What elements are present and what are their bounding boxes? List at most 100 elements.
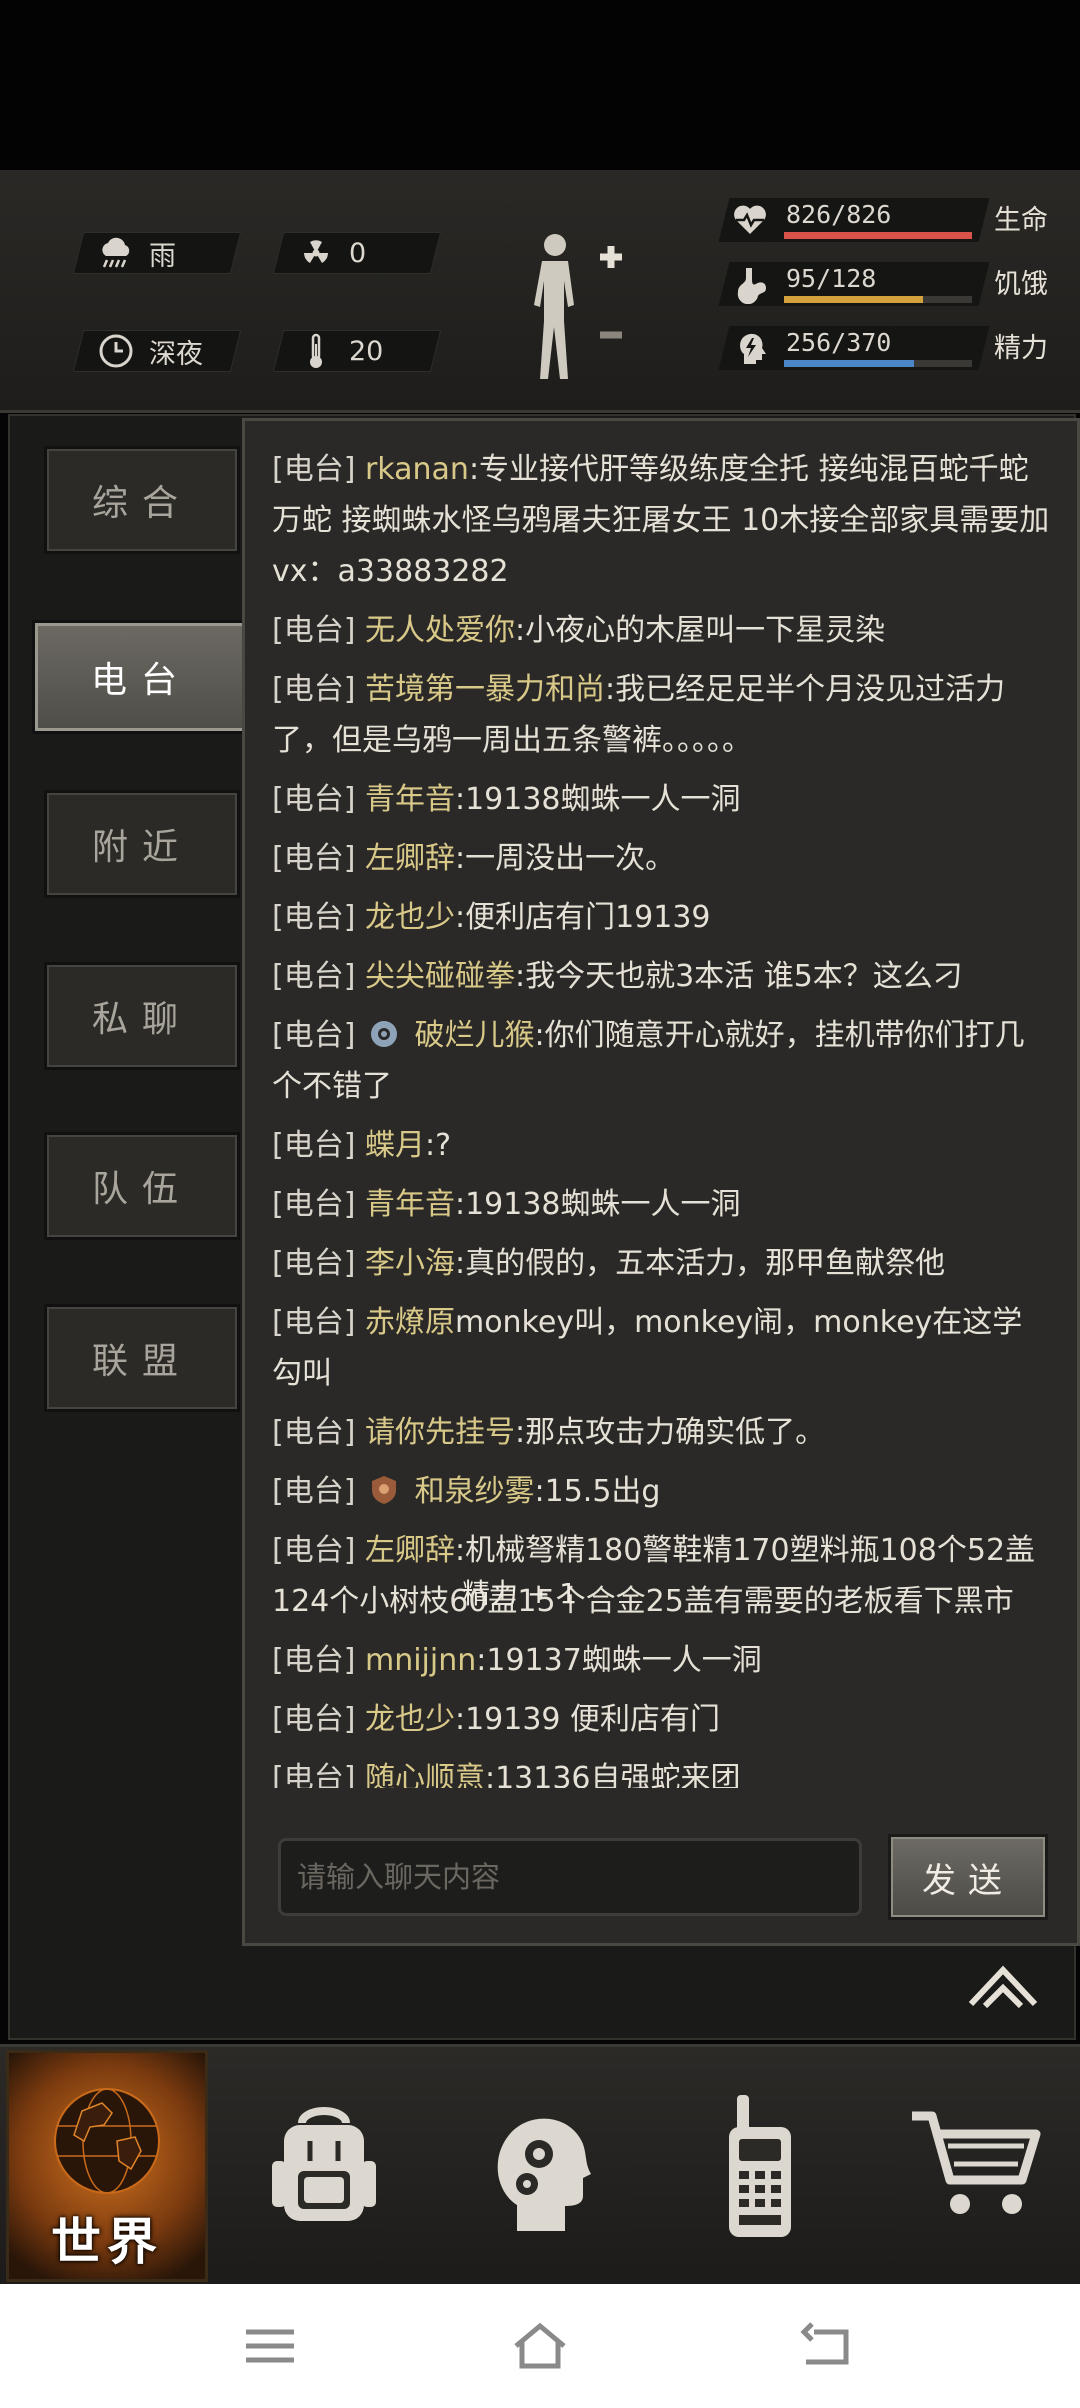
- channel-tag: [电台]: [272, 1643, 356, 1678]
- hunger-label: 饥饿: [994, 269, 1048, 300]
- message-username[interactable]: 和泉纱雾: [415, 1474, 535, 1509]
- head-gears-icon: [497, 2118, 591, 2231]
- menu-icon: [246, 2329, 294, 2363]
- system-back-button[interactable]: [796, 2318, 856, 2374]
- channel-tag: [电台]: [272, 452, 356, 487]
- rain-cloud-icon: [97, 234, 135, 272]
- chat-message: [电台] 无人处爱你:小夜心的木屋叫一下星灵染: [272, 605, 1052, 656]
- hunger-bar: [784, 296, 972, 303]
- message-username[interactable]: 尖尖碰碰拳: [365, 959, 515, 994]
- chat-message-list[interactable]: [电台] rkanan:专业接代肝等级练度全托 接纯混百蛇千蛇万蛇 接蜘蛛水怪乌…: [272, 444, 1052, 1788]
- message-username[interactable]: 蝶月: [365, 1128, 425, 1163]
- system-menu-button[interactable]: [240, 2318, 300, 2374]
- health-value: 826/826: [786, 200, 892, 229]
- time-indicator: 深夜: [72, 330, 242, 372]
- message-username[interactable]: 请你先挂号: [365, 1415, 515, 1450]
- chat-input-box[interactable]: [278, 1838, 862, 1916]
- channel-tag: [电台]: [272, 672, 356, 707]
- energy-bar: [784, 360, 972, 367]
- nav-world-label: 世界: [51, 2213, 163, 2271]
- channel-tag: [电台]: [272, 782, 356, 817]
- shopping-cart-icon: [912, 2111, 1041, 2214]
- tab-alliance[interactable]: 联盟: [44, 1304, 240, 1412]
- channel-tag: [电台]: [272, 1305, 356, 1340]
- health-bar: [784, 232, 972, 239]
- backpack-icon: [272, 2107, 376, 2221]
- message-username[interactable]: 左卿辞: [365, 1533, 455, 1568]
- health-stat: 826/826 生命: [718, 198, 1064, 242]
- status-bar-spacer: [0, 0, 1080, 170]
- message-text: :便利店有门19139: [454, 900, 711, 935]
- walkie-talkie-icon: [729, 2095, 791, 2237]
- chat-message: [电台] 赤燎原monkey叫，monkey闹，monkey在这学勾叫: [272, 1297, 1052, 1399]
- message-text: :一周没出一次。: [454, 841, 676, 876]
- heart-icon: [734, 205, 766, 234]
- chat-message: [电台] rkanan:专业接代肝等级练度全托 接纯混百蛇千蛇万蛇 接蜘蛛水怪乌…: [272, 444, 1052, 597]
- chat-message: [电台] mnijjnn:19137蜘蛛一人一洞: [272, 1635, 1052, 1686]
- message-text: :19137蜘蛛一人一洞: [476, 1643, 762, 1678]
- time-label: 深夜: [149, 338, 203, 370]
- chat-message: [电台] 尖尖碰碰拳:我今天也就3本活 谁5本？这么刁: [272, 951, 1052, 1002]
- collapse-button[interactable]: [965, 1962, 1041, 2012]
- stomach-icon: [737, 268, 766, 304]
- channel-tag: [电台]: [272, 613, 356, 648]
- message-text: :小夜心的木屋叫一下星灵染: [514, 613, 886, 648]
- channel-tag: [电台]: [272, 1415, 356, 1450]
- radiation-value: 0: [349, 237, 367, 269]
- temperature-value: 20: [349, 335, 384, 367]
- channel-tag: [电台]: [272, 841, 356, 876]
- message-username[interactable]: mnijjnn: [365, 1643, 476, 1678]
- send-button[interactable]: 发送: [888, 1834, 1048, 1920]
- chat-input[interactable]: [281, 1841, 859, 1913]
- tab-nearby[interactable]: 附近: [44, 790, 240, 898]
- health-label: 生命: [994, 205, 1048, 236]
- message-username[interactable]: 破烂儿猴: [415, 1018, 535, 1053]
- chat-message: [电台] 蝶月:?: [272, 1120, 1052, 1171]
- message-text: :13136自强蛇来团: [484, 1761, 741, 1788]
- radiation-indicator: 0: [272, 232, 442, 274]
- tab-private-chat[interactable]: 私聊: [44, 962, 240, 1070]
- home-icon: [514, 2322, 566, 2369]
- message-username[interactable]: rkanan: [365, 452, 469, 487]
- message-username[interactable]: 随心顺意: [365, 1761, 485, 1788]
- message-username[interactable]: 青年音: [365, 1187, 455, 1222]
- nav-inventory[interactable]: [224, 2050, 424, 2282]
- message-username[interactable]: 左卿辞: [365, 841, 455, 876]
- chat-message: [电台] 破烂儿猴:你们随意开心就好，挂机带你们打几个不错了: [272, 1010, 1052, 1112]
- nav-radio[interactable]: [660, 2050, 860, 2282]
- channel-tag: [电台]: [272, 900, 356, 935]
- clock-icon: [97, 332, 135, 370]
- body-figure-icon: [534, 234, 622, 379]
- nav-shop[interactable]: [878, 2050, 1078, 2282]
- tab-radio[interactable]: 电台: [32, 620, 250, 734]
- message-text: :19138蜘蛛一人一洞: [454, 1187, 741, 1222]
- weather-label: 雨: [149, 240, 176, 272]
- message-username[interactable]: 青年音: [365, 782, 455, 817]
- channel-tag: [电台]: [272, 1187, 356, 1222]
- message-username[interactable]: 李小海: [365, 1246, 455, 1281]
- message-username[interactable]: 龙也少: [365, 1702, 455, 1737]
- energy-stat: 256/370 精力: [718, 326, 1064, 370]
- tab-general[interactable]: 综合: [44, 446, 240, 554]
- channel-tag: [电台]: [272, 1474, 356, 1509]
- tab-team[interactable]: 队伍: [44, 1132, 240, 1240]
- message-username[interactable]: 赤燎原: [365, 1305, 455, 1340]
- nav-skills[interactable]: [442, 2050, 642, 2282]
- badge-gear-icon[interactable]: [367, 1016, 401, 1050]
- message-text: :19139 便利店有门: [454, 1702, 721, 1737]
- channel-tag: [电台]: [272, 1702, 356, 1737]
- body-status-button[interactable]: [520, 225, 630, 385]
- message-text: :?: [424, 1128, 451, 1163]
- message-username[interactable]: 龙也少: [365, 900, 455, 935]
- badge-shield-icon[interactable]: [367, 1472, 401, 1506]
- chat-message: [电台] 龙也少:便利店有门19139: [272, 892, 1052, 943]
- channel-tag: [电台]: [272, 1761, 356, 1788]
- system-home-button[interactable]: [510, 2318, 570, 2374]
- radiation-icon: [297, 234, 335, 272]
- chat-message: [电台] 和泉纱雾:15.5出g: [272, 1466, 1052, 1517]
- chat-message: [电台] 左卿辞:机械弩精180警鞋精170塑料瓶108个52盖124个小树枝6…: [272, 1525, 1052, 1627]
- message-username[interactable]: 无人处爱你: [365, 613, 515, 648]
- message-username[interactable]: 苦境第一暴力和尚: [365, 672, 605, 707]
- energy-head-icon: [740, 333, 766, 364]
- channel-tag: [电台]: [272, 959, 356, 994]
